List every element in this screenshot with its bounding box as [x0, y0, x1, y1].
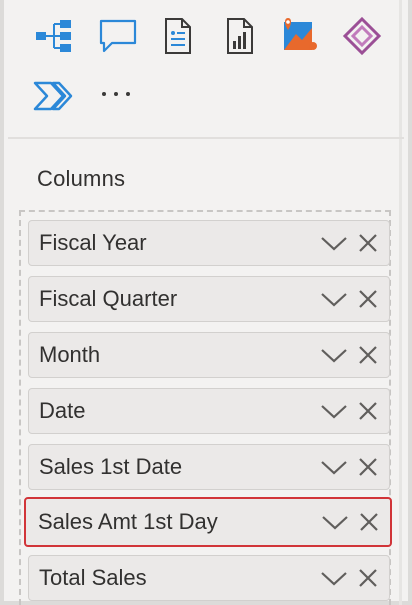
power-apps-icon[interactable]: [340, 14, 384, 58]
close-icon[interactable]: [357, 288, 379, 310]
field-pill-month[interactable]: Month: [28, 332, 390, 378]
field-pill-sales-amt-1st-day[interactable]: Sales Amt 1st Day: [24, 497, 392, 547]
field-label: Total Sales: [39, 565, 147, 590]
columns-section-label: Columns: [37, 166, 126, 191]
chevron-down-icon[interactable]: [319, 233, 349, 253]
field-label: Fiscal Year: [39, 230, 147, 255]
field-pill-date[interactable]: Date: [28, 388, 390, 434]
field-label: Sales Amt 1st Day: [38, 509, 218, 534]
more-icon[interactable]: [94, 72, 138, 116]
field-pill-sales-1st-date[interactable]: Sales 1st Date: [28, 444, 390, 490]
visual-icons-toolbar: [4, 0, 408, 130]
field-pill-fiscal-year[interactable]: Fiscal Year: [28, 220, 390, 266]
field-label: Month: [39, 342, 101, 367]
close-icon[interactable]: [358, 511, 380, 533]
close-icon[interactable]: [357, 456, 379, 478]
close-icon[interactable]: [357, 400, 379, 422]
close-icon[interactable]: [357, 567, 379, 589]
chevron-down-icon[interactable]: [319, 568, 349, 588]
qna-icon[interactable]: [96, 14, 140, 58]
field-label: Fiscal Quarter: [39, 286, 178, 311]
paginated-report-icon[interactable]: [218, 14, 262, 58]
chevron-down-icon[interactable]: [320, 512, 350, 532]
close-icon[interactable]: [357, 344, 379, 366]
visualizations-pane: Columns Fiscal Year Fiscal Quarter Month…: [0, 0, 412, 605]
azure-map-icon[interactable]: [278, 12, 322, 56]
field-pill-total-sales[interactable]: Total Sales: [28, 555, 390, 601]
decomposition-tree-icon[interactable]: [32, 14, 76, 58]
field-label: Date: [39, 398, 86, 423]
chevron-down-icon[interactable]: [319, 401, 349, 421]
toolbar-divider: [8, 137, 404, 139]
field-pill-fiscal-quarter[interactable]: Fiscal Quarter: [28, 276, 390, 322]
chevron-down-icon[interactable]: [319, 457, 349, 477]
close-icon[interactable]: [357, 232, 379, 254]
power-automate-icon[interactable]: [32, 74, 76, 118]
chevron-down-icon[interactable]: [319, 289, 349, 309]
chevron-down-icon[interactable]: [319, 345, 349, 365]
field-label: Sales 1st Date: [39, 454, 183, 479]
smart-narrative-icon[interactable]: [156, 14, 200, 58]
